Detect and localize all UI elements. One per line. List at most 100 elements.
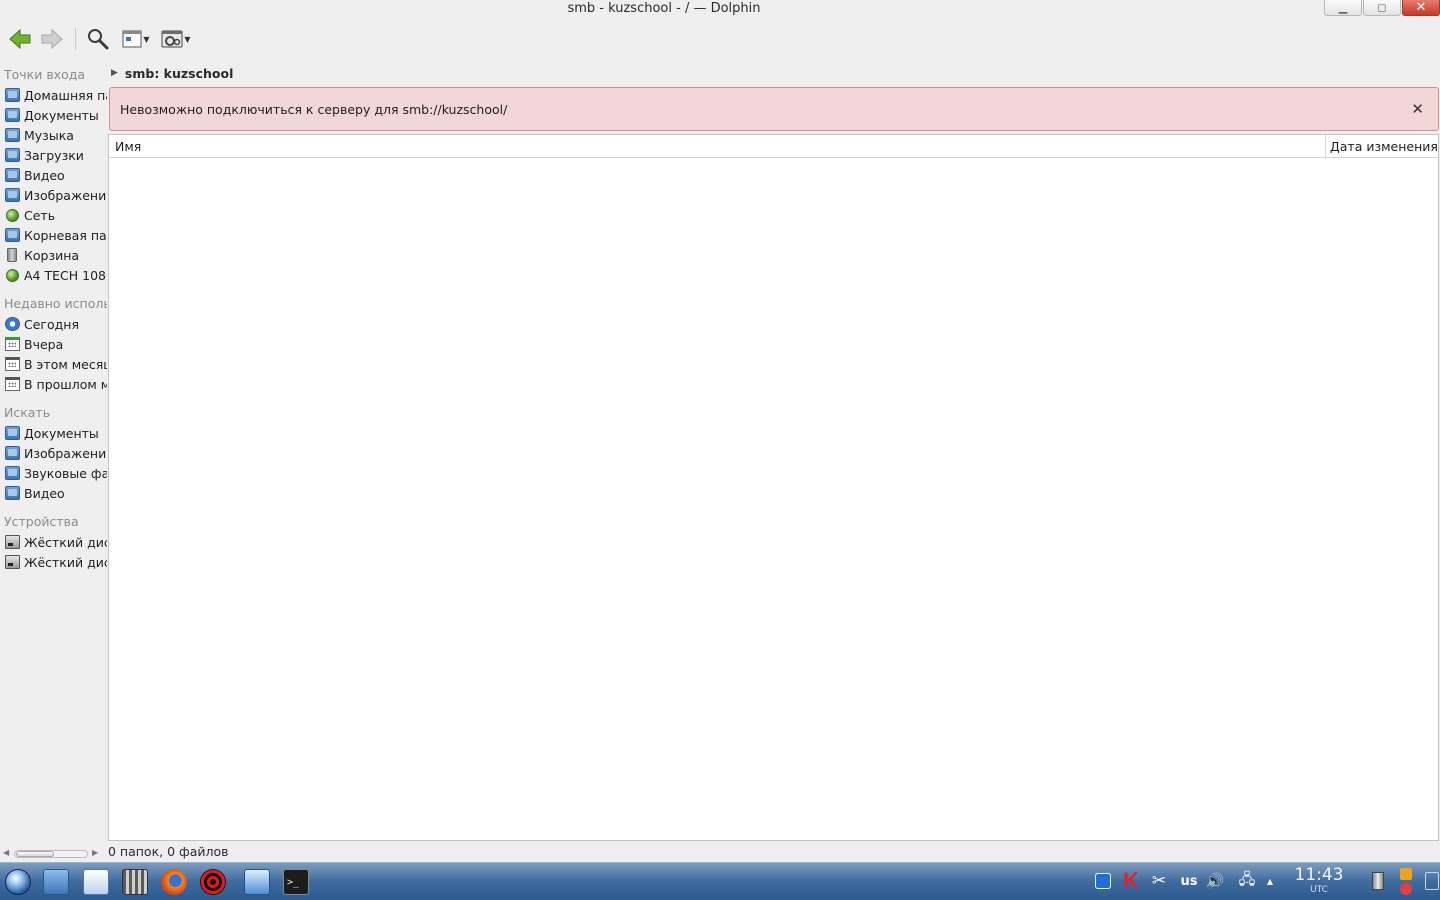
- taskbar-system-settings[interactable]: [119, 867, 151, 897]
- taskbar-trash-button[interactable]: [1370, 872, 1386, 890]
- device-harddisk-1[interactable]: Жёсткий дис: [0, 532, 107, 552]
- taskbar-target-app[interactable]: [197, 867, 229, 897]
- terminal-icon: >_: [283, 869, 309, 895]
- breadcrumb-location[interactable]: smb: kuzschool: [125, 66, 233, 81]
- downloads-folder-icon: [5, 148, 20, 162]
- close-window-button[interactable]: ✕: [1402, 0, 1440, 16]
- section-title-search[interactable]: Искать: [0, 402, 107, 423]
- clipboard-scissors-icon[interactable]: ✂: [1150, 871, 1168, 891]
- search-button[interactable]: [84, 24, 112, 54]
- calendar-icon: [5, 377, 20, 391]
- control-menu-button[interactable]: ▼: [158, 24, 194, 54]
- column-name-header[interactable]: Имя: [109, 135, 141, 157]
- clock-icon: [5, 317, 20, 331]
- search-videos[interactable]: Видео: [0, 483, 107, 503]
- network-globe-icon: [6, 208, 19, 222]
- column-date-header[interactable]: Дата изменения: [1325, 135, 1438, 157]
- view-mode-button[interactable]: ▼: [118, 24, 154, 54]
- scroll-left-icon[interactable]: ◀: [3, 848, 9, 857]
- place-a4tech[interactable]: A4 TECH 1080: [0, 265, 107, 285]
- place-label: Изображени: [24, 445, 107, 461]
- taskbar-firefox[interactable]: [158, 867, 190, 897]
- close-icon[interactable]: ✕: [1411, 100, 1424, 118]
- hard-drive-icon: [5, 535, 20, 549]
- search-pictures[interactable]: Изображени: [0, 443, 107, 463]
- place-label: Корзина: [24, 247, 80, 263]
- calendar-icon: [5, 357, 20, 371]
- clock-time[interactable]: 11:43: [1292, 865, 1346, 885]
- window-title: smb - kuzschool - / — Dolphin: [567, 1, 761, 16]
- tray-expand-icon[interactable]: ▲: [1264, 872, 1276, 890]
- hard-drive-icon: [5, 555, 20, 569]
- place-label: Жёсткий дис: [24, 554, 107, 570]
- breadcrumb[interactable]: ▶ smb: kuzschool: [108, 62, 1440, 84]
- place-music[interactable]: Музыка: [0, 125, 107, 145]
- teamviewer-tray-button[interactable]: [1094, 872, 1112, 890]
- file-list-view[interactable]: Имя Дата изменения: [108, 134, 1439, 841]
- device-harddisk-2[interactable]: Жёсткий дис: [0, 552, 107, 572]
- maximize-button[interactable]: ◻: [1363, 0, 1401, 16]
- window-titlebar[interactable]: smb - kuzschool - / — Dolphin ▁ ◻ ✕: [0, 0, 1440, 18]
- place-root[interactable]: Корневая па: [0, 225, 107, 245]
- volume-icon[interactable]: 🔊: [1204, 872, 1226, 890]
- place-documents[interactable]: Документы: [0, 105, 107, 125]
- network-icon[interactable]: 🖧: [1236, 870, 1258, 890]
- place-trash[interactable]: Корзина: [0, 245, 107, 265]
- main-toolbar: ▼ ▼: [0, 22, 1440, 58]
- teamviewer-icon: [1095, 873, 1111, 889]
- place-pictures[interactable]: Изображени: [0, 185, 107, 205]
- place-label: Домашняя па: [24, 87, 107, 103]
- trash-icon: [1372, 872, 1384, 890]
- section-title-devices[interactable]: Устройства: [0, 511, 107, 532]
- recent-last-month[interactable]: В прошлом м: [0, 374, 107, 394]
- place-downloads[interactable]: Загрузки: [0, 145, 107, 165]
- calendar-icon: [5, 337, 20, 351]
- taskbar-file-manager[interactable]: [40, 867, 72, 897]
- recent-today[interactable]: Сегодня: [0, 314, 107, 334]
- scroll-thumb[interactable]: [16, 851, 54, 857]
- forward-button[interactable]: [38, 24, 66, 54]
- audio-folder-icon: [5, 466, 20, 480]
- lock-screen-button[interactable]: [1398, 865, 1414, 883]
- search-documents[interactable]: Документы: [0, 423, 107, 443]
- home-folder-icon: [5, 88, 20, 102]
- minimize-button[interactable]: ▁: [1324, 0, 1362, 16]
- scroll-right-icon[interactable]: ▶: [92, 848, 98, 857]
- section-title-recent[interactable]: Недавно исполь: [0, 293, 107, 314]
- place-label: A4 TECH 1080: [24, 267, 107, 283]
- place-home[interactable]: Домашняя па: [0, 85, 107, 105]
- back-button[interactable]: [6, 24, 34, 54]
- taskbar-terminal[interactable]: >_: [280, 867, 312, 897]
- section-title-places[interactable]: Точки входа: [0, 64, 107, 85]
- kaspersky-tray-button[interactable]: K: [1118, 868, 1144, 893]
- recent-yesterday[interactable]: Вчера: [0, 334, 107, 354]
- place-label: Корневая па: [24, 227, 107, 243]
- place-label: Звуковые фа: [24, 465, 107, 481]
- error-message-banner: Невозможно подключиться к серверу для sm…: [109, 87, 1439, 131]
- sidebar-horizontal-scrollbar[interactable]: ◀ ▶: [0, 846, 107, 860]
- show-desktop-button[interactable]: [1424, 872, 1440, 890]
- search-icon: [88, 29, 109, 50]
- taskbar-dolphin[interactable]: [241, 867, 273, 897]
- toolbar-separator: [75, 28, 76, 50]
- place-network[interactable]: Сеть: [0, 205, 107, 225]
- trash-icon: [7, 248, 17, 262]
- search-audio[interactable]: Звуковые фа: [0, 463, 107, 483]
- taskbar-text-editor[interactable]: [80, 867, 112, 897]
- network-globe-icon: [6, 268, 19, 282]
- recent-this-month[interactable]: В этом месяц: [0, 354, 107, 374]
- application-launcher-button[interactable]: [2, 867, 34, 897]
- scroll-track[interactable]: [14, 850, 88, 858]
- view-mode-icon: [122, 30, 142, 48]
- place-label: Документы: [24, 107, 99, 123]
- file-manager-icon: [43, 869, 69, 895]
- keyboard-layout-indicator[interactable]: us: [1178, 872, 1200, 890]
- control-menu-icon: [161, 30, 183, 48]
- leave-button[interactable]: [1398, 882, 1414, 896]
- desktop-icon: [1425, 872, 1439, 890]
- place-label: В прошлом м: [24, 376, 107, 392]
- videos-folder-icon: [5, 168, 20, 182]
- place-videos[interactable]: Видео: [0, 165, 107, 185]
- breadcrumb-arrow-icon[interactable]: ▶: [111, 68, 118, 78]
- place-label: В этом месяц: [24, 356, 107, 372]
